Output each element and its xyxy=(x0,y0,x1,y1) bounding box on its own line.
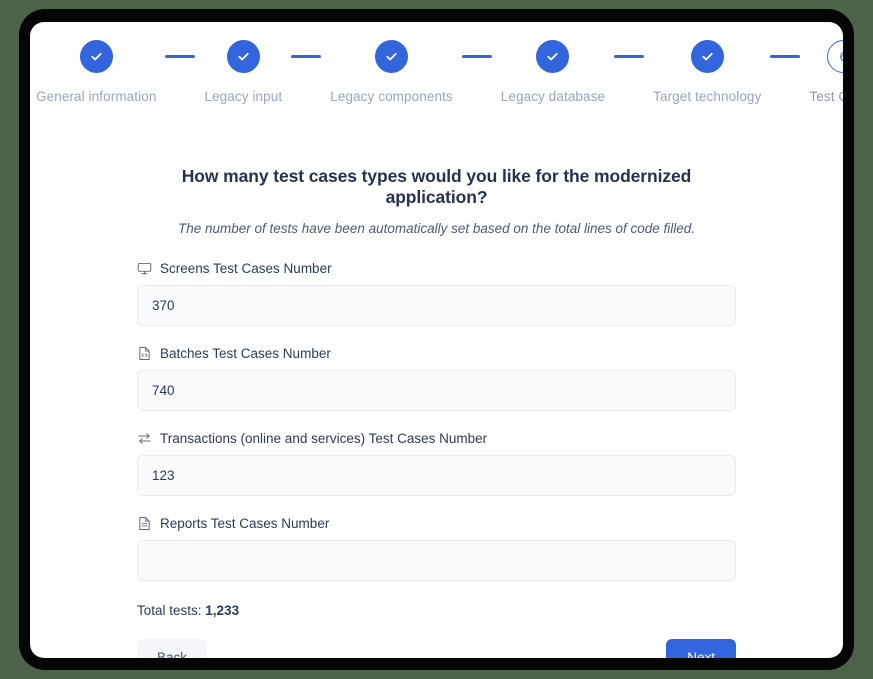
stepper-connector-4 xyxy=(614,55,645,58)
check-icon xyxy=(384,49,399,64)
stepper-step-test-cases[interactable]: 6 Test Cases xyxy=(809,40,843,104)
stepper-step-label: Target technology xyxy=(653,89,762,104)
screens-test-cases-input[interactable] xyxy=(137,285,736,326)
field-group-reports: Reports Test Cases Number xyxy=(137,516,736,581)
field-group-transactions: Transactions (online and services) Test … xyxy=(137,431,736,496)
stepper-step-target-technology[interactable]: Target technology xyxy=(653,40,761,104)
monitor-icon xyxy=(137,261,152,276)
wizard-card: General information Legacy input Legacy … xyxy=(30,22,843,658)
stepper-step-label: Legacy input xyxy=(204,89,283,104)
total-tests-summary: Total tests: 1,233 xyxy=(137,603,736,618)
check-icon xyxy=(700,49,715,64)
step-6-circle[interactable]: 6 xyxy=(826,40,843,73)
step-1-circle[interactable] xyxy=(79,40,113,73)
device-bezel: General information Legacy input Legacy … xyxy=(19,9,854,670)
check-icon xyxy=(236,49,251,64)
field-group-screens: Screens Test Cases Number xyxy=(137,261,736,326)
step-2-circle[interactable] xyxy=(226,40,260,73)
file-text-icon xyxy=(137,516,152,531)
field-label-transactions: Transactions (online and services) Test … xyxy=(137,431,736,446)
stepper-step-legacy-input[interactable]: Legacy input xyxy=(204,40,282,104)
page-subtitle: The number of tests have been automatica… xyxy=(177,221,696,236)
stepper-connector-5 xyxy=(770,55,801,58)
reports-test-cases-input[interactable] xyxy=(137,540,736,581)
stepper-step-legacy-database[interactable]: Legacy database xyxy=(501,40,605,104)
step-3-circle[interactable] xyxy=(375,40,408,73)
stepper-connector-2 xyxy=(291,55,322,58)
field-label-text: Screens Test Cases Number xyxy=(160,261,332,276)
check-icon xyxy=(545,49,560,64)
transactions-test-cases-input[interactable] xyxy=(137,455,736,496)
batches-test-cases-input[interactable] xyxy=(137,370,736,411)
field-label-batches: Batches Test Cases Number xyxy=(137,346,736,361)
step-4-circle[interactable] xyxy=(536,40,570,73)
stepper-step-label: General information xyxy=(36,89,157,104)
stepper-connector-1 xyxy=(165,55,196,58)
button-row: Back Next xyxy=(137,639,736,658)
field-label-screens: Screens Test Cases Number xyxy=(137,261,736,276)
stepper-step-label: Test Cases xyxy=(809,89,843,104)
form-area: How many test cases types would you like… xyxy=(30,115,843,658)
page-title: How many test cases types would you like… xyxy=(181,166,692,207)
total-tests-label: Total tests: xyxy=(137,603,202,618)
check-icon xyxy=(89,49,104,64)
stepper-step-label: Legacy components xyxy=(330,89,453,104)
back-button[interactable]: Back xyxy=(137,639,208,658)
stepper-connector-3 xyxy=(461,55,492,58)
total-tests-value: 1,233 xyxy=(205,603,240,618)
exchange-arrows-icon xyxy=(137,431,152,446)
next-button[interactable]: Next xyxy=(666,639,736,658)
stepper-step-legacy-components[interactable]: Legacy components xyxy=(330,40,453,104)
field-group-batches: Batches Test Cases Number xyxy=(137,346,736,411)
field-label-text: Batches Test Cases Number xyxy=(160,346,331,361)
wizard-stepper: General information Legacy input Legacy … xyxy=(30,22,843,115)
file-code-icon xyxy=(137,346,152,361)
field-label-text: Transactions (online and services) Test … xyxy=(160,431,488,446)
stepper-step-general-information[interactable]: General information xyxy=(36,40,156,104)
field-label-text: Reports Test Cases Number xyxy=(160,516,330,531)
step-5-circle[interactable] xyxy=(690,40,724,73)
stepper-step-label: Legacy database xyxy=(500,89,606,104)
field-label-reports: Reports Test Cases Number xyxy=(137,516,736,531)
step-6-number: 6 xyxy=(840,49,843,64)
